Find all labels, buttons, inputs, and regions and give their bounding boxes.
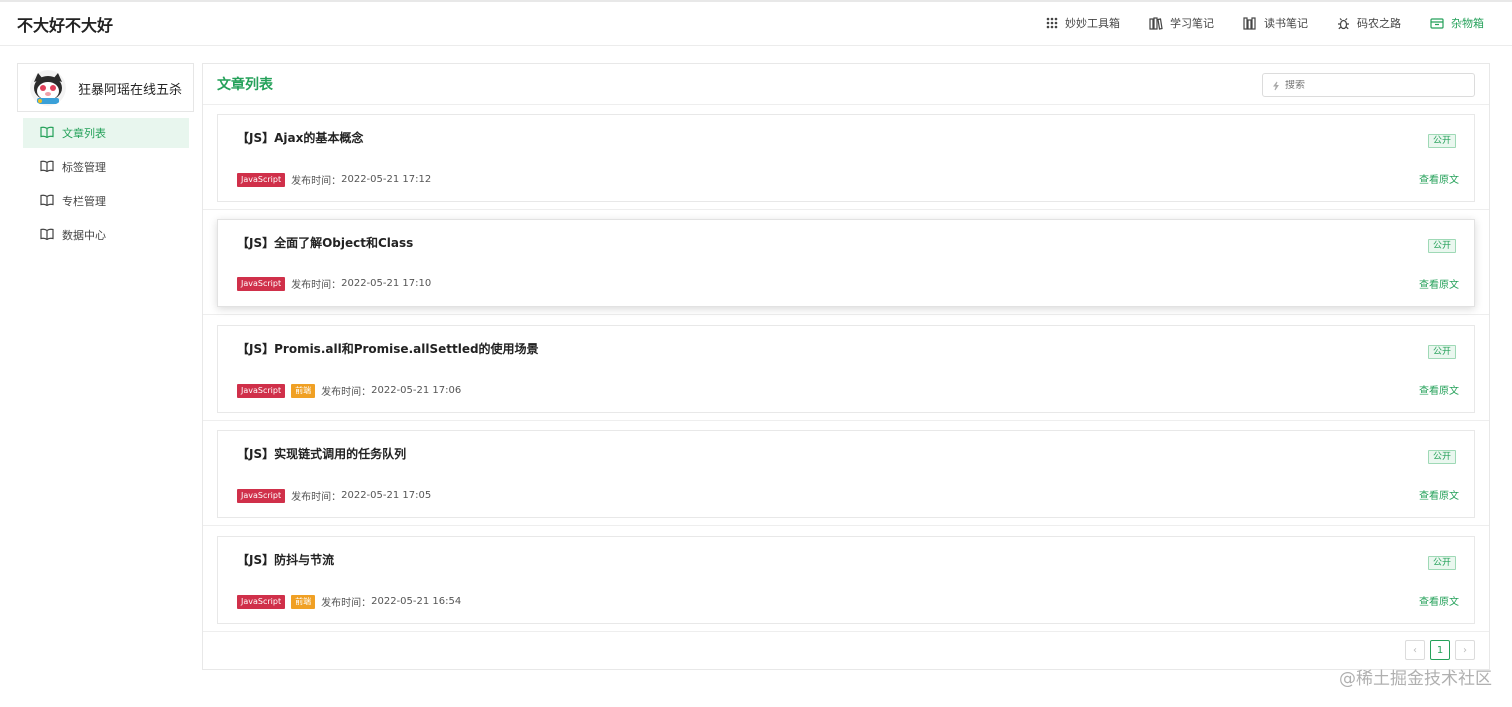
article-meta: JavaScript 发布时间： 2022-05-21 17:05 [237,488,431,503]
article-card[interactable]: 【JS】防抖与节流 JavaScript 前端 发布时间： 2022-05-21… [217,536,1475,624]
article-title[interactable]: 【JS】防抖与节流 [237,551,334,568]
sidebar-item-data-center[interactable]: 数据中心 [23,220,189,250]
page-number-button[interactable]: 1 [1430,640,1450,660]
article-title[interactable]: 【JS】全面了解Object和Class [237,234,413,251]
article-card[interactable]: 【JS】全面了解Object和Class JavaScript 发布时间： 20… [217,219,1475,307]
publish-time: 2022-05-21 16:54 [371,596,462,607]
view-original-link[interactable]: 查看原文 [1419,171,1459,186]
view-original-link[interactable]: 查看原文 [1419,487,1459,502]
publish-time: 2022-05-21 17:05 [341,490,432,501]
open-book-icon [40,194,54,209]
pagination: ‹ 1 › [1405,640,1475,660]
nav-item-label: 杂物箱 [1451,17,1484,30]
article-meta: JavaScript 发布时间： 2022-05-21 17:10 [237,276,431,291]
tag-javascript[interactable]: JavaScript [237,172,286,187]
view-original-link[interactable]: 查看原文 [1419,276,1459,291]
bookshelf-icon [1243,16,1257,30]
publish-time-label: 发布时间： [291,176,342,187]
view-original-link[interactable]: 查看原文 [1419,593,1459,608]
nav-item-toolbox[interactable]: 妙妙工具箱 [1046,15,1120,31]
open-book-icon [40,160,54,175]
sidebar-item-label: 数据中心 [62,229,106,242]
publish-time: 2022-05-21 17:10 [341,278,432,289]
article-title[interactable]: 【JS】实现链式调用的任务队列 [237,445,406,462]
nav-item-misc-box[interactable]: 杂物箱 [1430,15,1484,31]
grid-icon [1046,17,1058,29]
tag-javascript[interactable]: JavaScript [237,383,286,398]
publish-time-label: 发布时间： [321,387,372,398]
tag-frontend[interactable]: 前端 [291,594,316,609]
nav-item-label: 码农之路 [1357,17,1401,30]
sidebar-item-article-list[interactable]: 文章列表 [23,118,189,148]
status-badge: 公开 [1427,556,1456,570]
search-icon [1271,76,1281,95]
nav-item-study-notes[interactable]: 学习笔记 [1149,15,1214,31]
publish-time-label: 发布时间： [291,280,342,291]
status-badge: 公开 [1427,345,1456,359]
panel-header: 文章列表 [203,64,1489,105]
search-box[interactable] [1262,73,1475,97]
publish-time-label: 发布时间： [291,492,342,503]
article-title[interactable]: 【JS】Ajax的基本概念 [237,129,363,146]
sidebar-item-tag-management[interactable]: 标签管理 [23,152,189,182]
site-title[interactable]: 不大好不大好 [17,12,113,36]
box-icon [1430,17,1444,29]
list-item: 【JS】实现链式调用的任务队列 JavaScript 发布时间： 2022-05… [203,421,1489,526]
publish-time-label: 发布时间： [321,598,372,609]
prev-page-button[interactable]: ‹ [1405,640,1425,660]
sidebar-menu: 文章列表 标签管理 专栏管理 数据中心 [23,118,189,254]
nav-item-label: 妙妙工具箱 [1065,17,1120,30]
status-badge: 公开 [1427,450,1456,464]
list-item: 【JS】防抖与节流 JavaScript 前端 发布时间： 2022-05-21… [203,527,1489,632]
nav-item-coder-road[interactable]: 码农之路 [1337,15,1401,31]
publish-time: 2022-05-21 17:12 [341,174,432,185]
nav-item-label: 读书笔记 [1264,17,1308,30]
watermark: @稀土掘金技术社区 [1339,669,1492,689]
article-meta: JavaScript 前端 发布时间： 2022-05-21 16:54 [237,594,461,609]
tag-javascript[interactable]: JavaScript [237,594,286,609]
books-icon [1149,16,1163,30]
nav-item-label: 学习笔记 [1170,17,1214,30]
status-badge: 公开 [1427,134,1456,148]
profile-card: 狂暴阿瑶在线五杀 [17,63,194,112]
top-nav: 妙妙工具箱 学习笔记 读书笔记 码农之路 杂物箱 [1046,15,1484,31]
tag-frontend[interactable]: 前端 [291,383,316,398]
top-navbar: 不大好不大好 妙妙工具箱 学习笔记 读书笔记 码农之路 杂物箱 [0,0,1512,46]
nav-item-reading-notes[interactable]: 读书笔记 [1243,15,1308,31]
article-panel: 文章列表 【JS】Ajax的基本概念 JavaScript 发布时间： 2022… [202,63,1490,670]
list-item: 【JS】Promis.all和Promise.allSettled的使用场景 J… [203,316,1489,421]
sidebar-item-label: 文章列表 [62,127,106,140]
list-item: 【JS】Ajax的基本概念 JavaScript 发布时间： 2022-05-2… [203,105,1489,210]
status-badge: 公开 [1427,239,1456,253]
tag-javascript[interactable]: JavaScript [237,276,286,291]
search-input[interactable] [1285,79,1465,91]
view-original-link[interactable]: 查看原文 [1419,382,1459,397]
open-book-icon [40,228,54,243]
list-item: 【JS】全面了解Object和Class JavaScript 发布时间： 20… [203,210,1489,315]
bug-icon [1337,17,1350,30]
article-meta: JavaScript 前端 发布时间： 2022-05-21 17:06 [237,383,461,398]
profile-name: 狂暴阿瑶在线五杀 [78,83,183,98]
article-meta: JavaScript 发布时间： 2022-05-21 17:12 [237,172,431,187]
article-title[interactable]: 【JS】Promis.all和Promise.allSettled的使用场景 [237,340,539,357]
article-card[interactable]: 【JS】Promis.all和Promise.allSettled的使用场景 J… [217,325,1475,413]
article-card[interactable]: 【JS】Ajax的基本概念 JavaScript 发布时间： 2022-05-2… [217,114,1475,202]
sidebar-item-label: 标签管理 [62,161,106,174]
tag-javascript[interactable]: JavaScript [237,488,286,503]
avatar[interactable] [30,70,66,106]
page-title: 文章列表 [217,77,273,93]
next-page-button[interactable]: › [1455,640,1475,660]
sidebar-item-column-management[interactable]: 专栏管理 [23,186,189,216]
open-book-icon [40,126,54,141]
publish-time: 2022-05-21 17:06 [371,385,462,396]
article-card[interactable]: 【JS】实现链式调用的任务队列 JavaScript 发布时间： 2022-05… [217,430,1475,518]
sidebar-item-label: 专栏管理 [62,195,106,208]
